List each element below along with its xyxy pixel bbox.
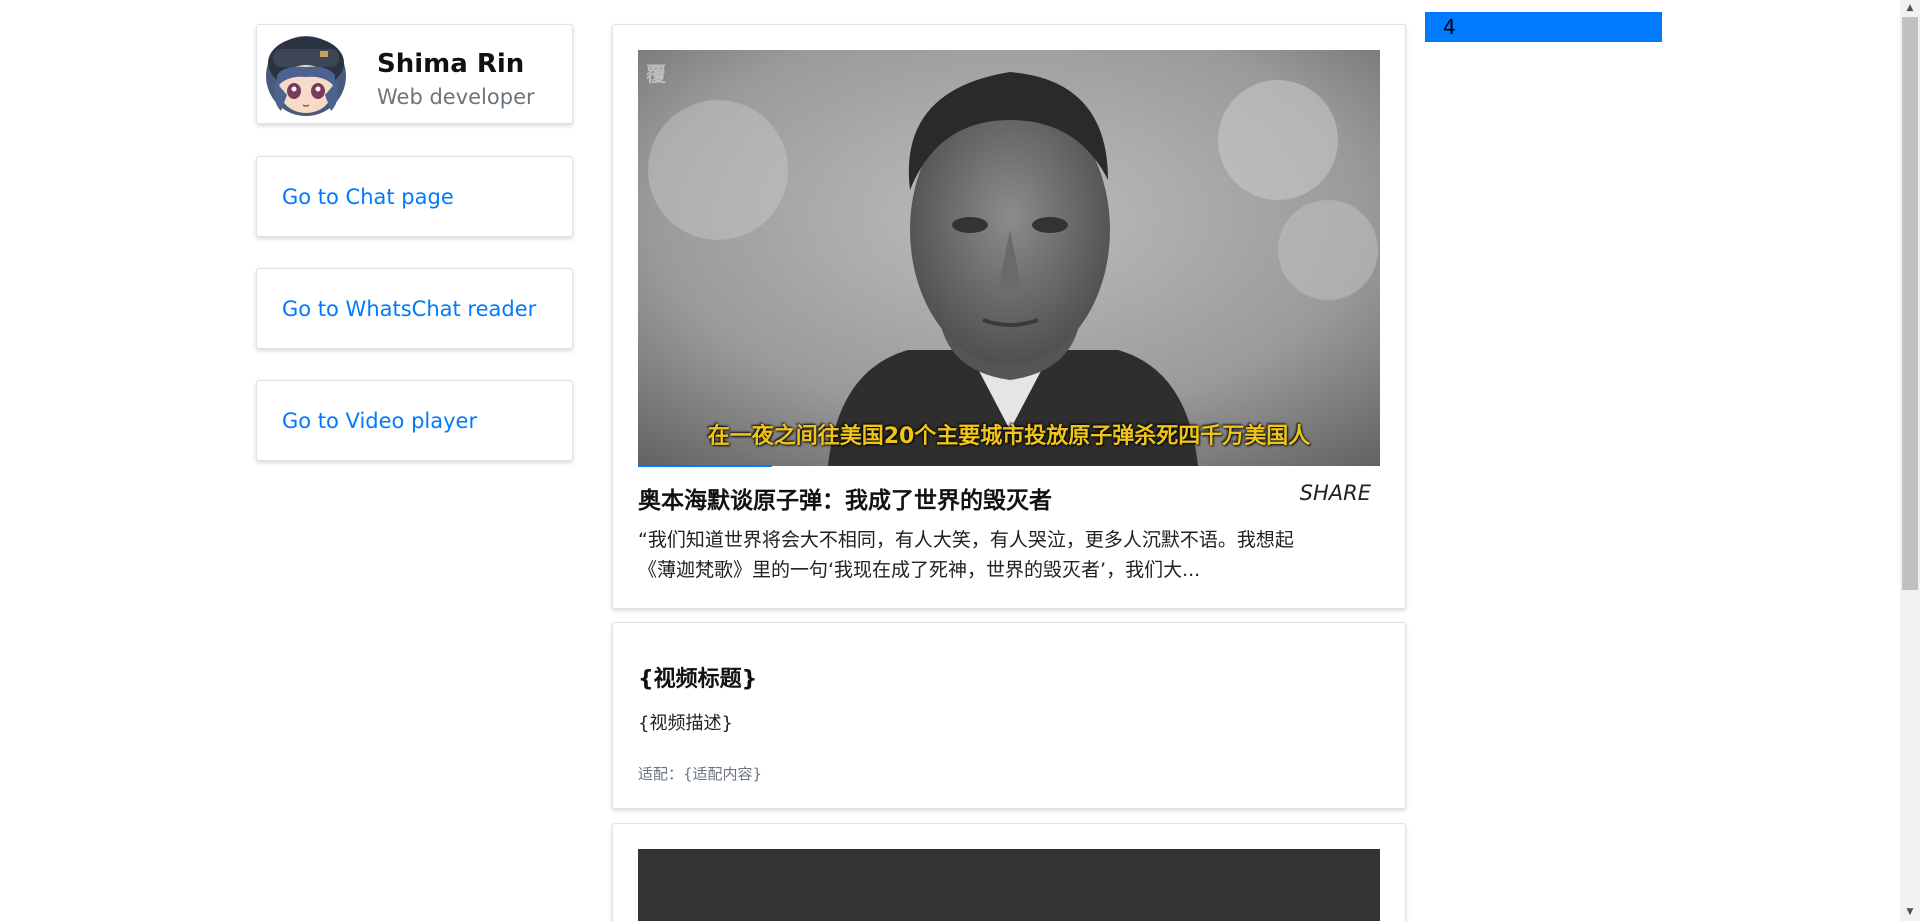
video-progress-bar[interactable] [638, 465, 1380, 467]
video-description: “我们知道世界将会大不相同，有人大笑，有人哭泣，更多人沉默不语。我想起《薄迦梵歌… [638, 529, 1294, 581]
video-card-next [612, 823, 1406, 921]
page: Shima Rin Web developer Go to Chat page … [0, 0, 1920, 921]
profile-role: Web developer [377, 85, 535, 109]
nav-card-chat: Go to Chat page [256, 156, 573, 237]
whatschat-reader-link[interactable]: Go to WhatsChat reader [282, 297, 536, 321]
video-title: 奥本海默谈原子弹：我成了世界的毁灭者 [638, 488, 1052, 514]
video-subtitle: 在一夜之间往美国20个主要城市投放原子弹杀死四千万美国人 [707, 424, 1311, 449]
chat-page-link[interactable]: Go to Chat page [282, 185, 454, 209]
video-card: 覆 在一夜之间往美国20个主要城市投放原子弹杀死四千万美国人 奥本海默谈原子弹：… [612, 24, 1406, 609]
video-frame-image [638, 50, 1380, 466]
template-description: {视频描述} [638, 713, 733, 734]
video-player-link[interactable]: Go to Video player [282, 409, 477, 433]
anime-avatar-icon [266, 36, 346, 116]
video-thumbnail-next[interactable] [638, 849, 1380, 921]
avatar [265, 35, 347, 117]
profile-card: Shima Rin Web developer [256, 24, 573, 124]
template-adapt: 适配：{适配内容} [638, 765, 763, 783]
nav-card-video: Go to Video player [256, 380, 573, 461]
counter-badge: 4 [1425, 12, 1662, 42]
scrollbar[interactable]: ▲ ▼ [1900, 0, 1920, 921]
scroll-up-arrow-icon[interactable]: ▲ [1900, 0, 1920, 17]
scroll-down-arrow-icon[interactable]: ▼ [1900, 904, 1920, 921]
nav-card-whatschat: Go to WhatsChat reader [256, 268, 573, 349]
watermark: 覆 [646, 62, 666, 86]
template-title: {视频标题} [638, 667, 758, 692]
video-progress-fill [638, 465, 772, 467]
video-thumbnail[interactable]: 覆 在一夜之间往美国20个主要城市投放原子弹杀死四千万美国人 [638, 50, 1380, 466]
profile-name: Shima Rin [377, 49, 525, 79]
share-button[interactable]: SHARE [1300, 481, 1371, 505]
scrollbar-thumb[interactable] [1902, 17, 1918, 590]
template-card: {视频标题} {视频描述} 适配：{适配内容} [612, 622, 1406, 809]
